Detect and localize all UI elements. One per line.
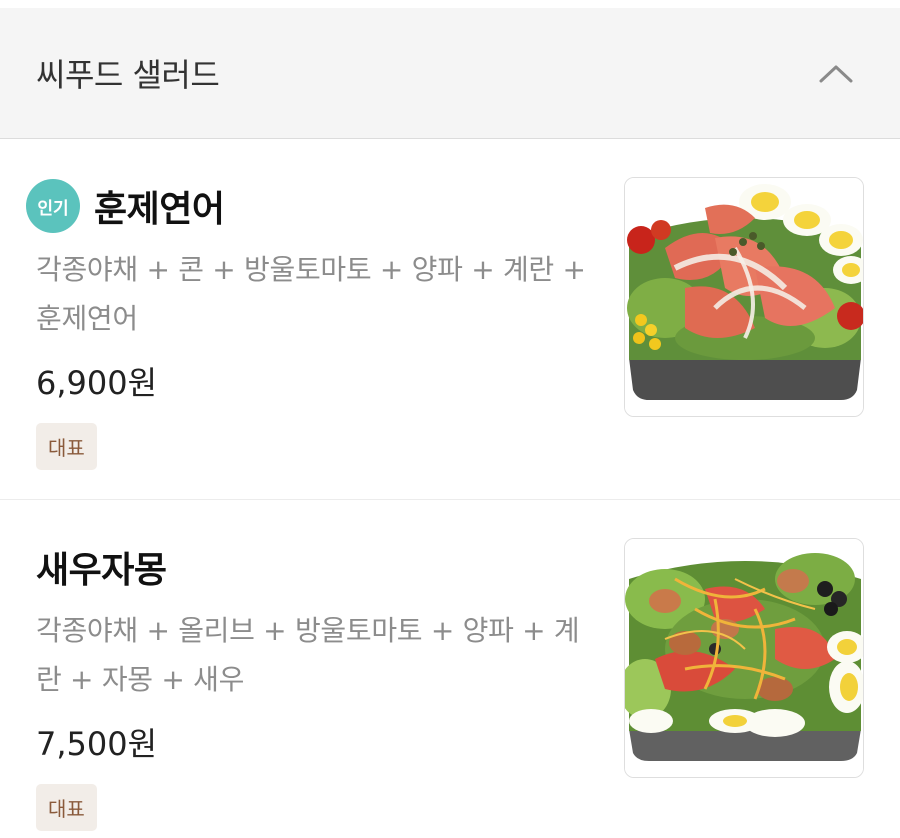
menu-item-price: 6,900원	[36, 364, 158, 402]
menu-item-info: 새우자몽 각종야채 + 올리브 + 방울토마토 + 양파 + 계 란 + 자몽 …	[36, 538, 601, 831]
menu-item-info: 인기 훈제연어 각종야채 + 콘 + 방울토마토 + 양파 + 계란 + 훈제연…	[26, 177, 601, 470]
section-title: 씨푸드 샐러드	[36, 56, 220, 94]
description-line: 각종야채 + 올리브 + 방울토마토 + 양파 + 계	[36, 614, 580, 647]
menu-item-photo[interactable]	[624, 177, 864, 417]
menu-item-name: 훈제연어	[94, 189, 225, 230]
menu-item-name: 새우자몽	[36, 550, 167, 591]
description-line: 각종야채 + 콘 + 방울토마토 + 양파 + 계란 +	[36, 253, 586, 286]
description-line: 란 + 자몽 + 새우	[36, 663, 245, 696]
menu-item-description: 각종야채 + 올리브 + 방울토마토 + 양파 + 계 란 + 자몽 + 새우	[36, 606, 601, 704]
menu-item-title-row: 새우자몽	[36, 538, 601, 596]
menu-item-title-row: 인기 훈제연어	[26, 177, 601, 235]
menu-item-shrimp-grapefruit[interactable]: 새우자몽 각종야채 + 올리브 + 방울토마토 + 양파 + 계 란 + 자몽 …	[0, 500, 900, 838]
representative-tag: 대표	[36, 784, 97, 831]
chevron-up-icon[interactable]	[818, 61, 854, 85]
section-header[interactable]: 씨푸드 샐러드	[0, 8, 900, 139]
representative-tag: 대표	[36, 423, 97, 470]
popular-badge: 인기	[26, 179, 80, 233]
menu-item-description: 각종야채 + 콘 + 방울토마토 + 양파 + 계란 + 훈제연어	[36, 245, 601, 343]
top-spacer	[0, 0, 900, 8]
description-line: 훈제연어	[36, 302, 138, 335]
menu-item-photo[interactable]	[624, 538, 864, 778]
menu-item-price: 7,500원	[36, 725, 158, 763]
menu-item-smoked-salmon[interactable]: 인기 훈제연어 각종야채 + 콘 + 방울토마토 + 양파 + 계란 + 훈제연…	[0, 139, 900, 500]
